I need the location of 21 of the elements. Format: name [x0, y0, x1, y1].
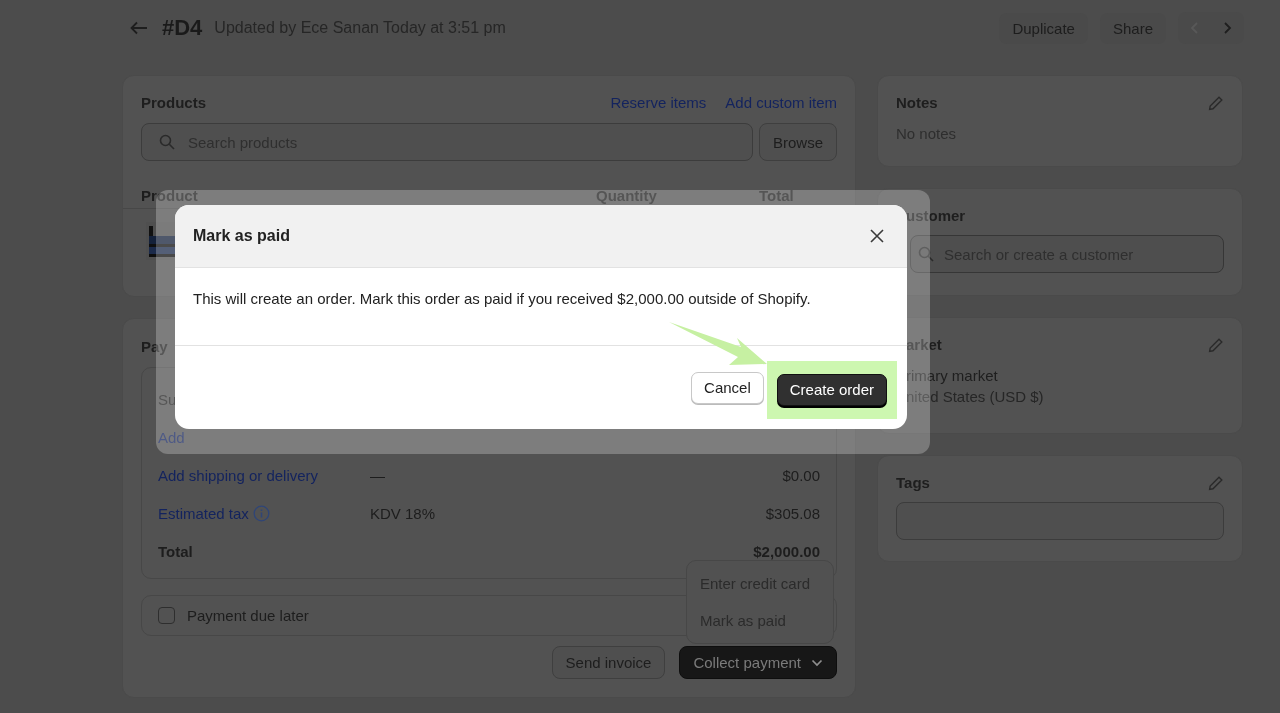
summary-link[interactable]: Add shipping or delivery: [158, 466, 319, 484]
pencil-icon[interactable]: [1208, 474, 1224, 491]
info-icon[interactable]: [252, 504, 270, 522]
modal-message: This will create an order. Mark this order as paid if you received $2,000.00 outside of Shopify.: [193, 290, 811, 307]
back-arrow-icon[interactable]: [130, 21, 148, 35]
payment-button[interactable]: Collect payment: [679, 646, 837, 679]
card-link[interactable]: Reserve items: [610, 94, 707, 111]
checkbox[interactable]: [158, 607, 175, 624]
modal-button[interactable]: Cancel: [691, 371, 764, 404]
caret-icon: [811, 658, 823, 667]
summary-detail: —: [370, 466, 385, 484]
summary-link[interactable]: Estimated tax: [158, 504, 249, 522]
pencil-icon[interactable]: [1208, 94, 1224, 111]
next-icon[interactable]: [1222, 21, 1232, 35]
search-icon: [918, 246, 934, 262]
search-icon: [159, 134, 175, 150]
card-link[interactable]: Add custom item: [725, 94, 837, 111]
close-icon[interactable]: [870, 229, 884, 243]
modal-button[interactable]: Create order: [776, 373, 887, 406]
pencil-icon[interactable]: [1208, 336, 1224, 353]
modal-title: Mark as paid: [193, 227, 290, 245]
